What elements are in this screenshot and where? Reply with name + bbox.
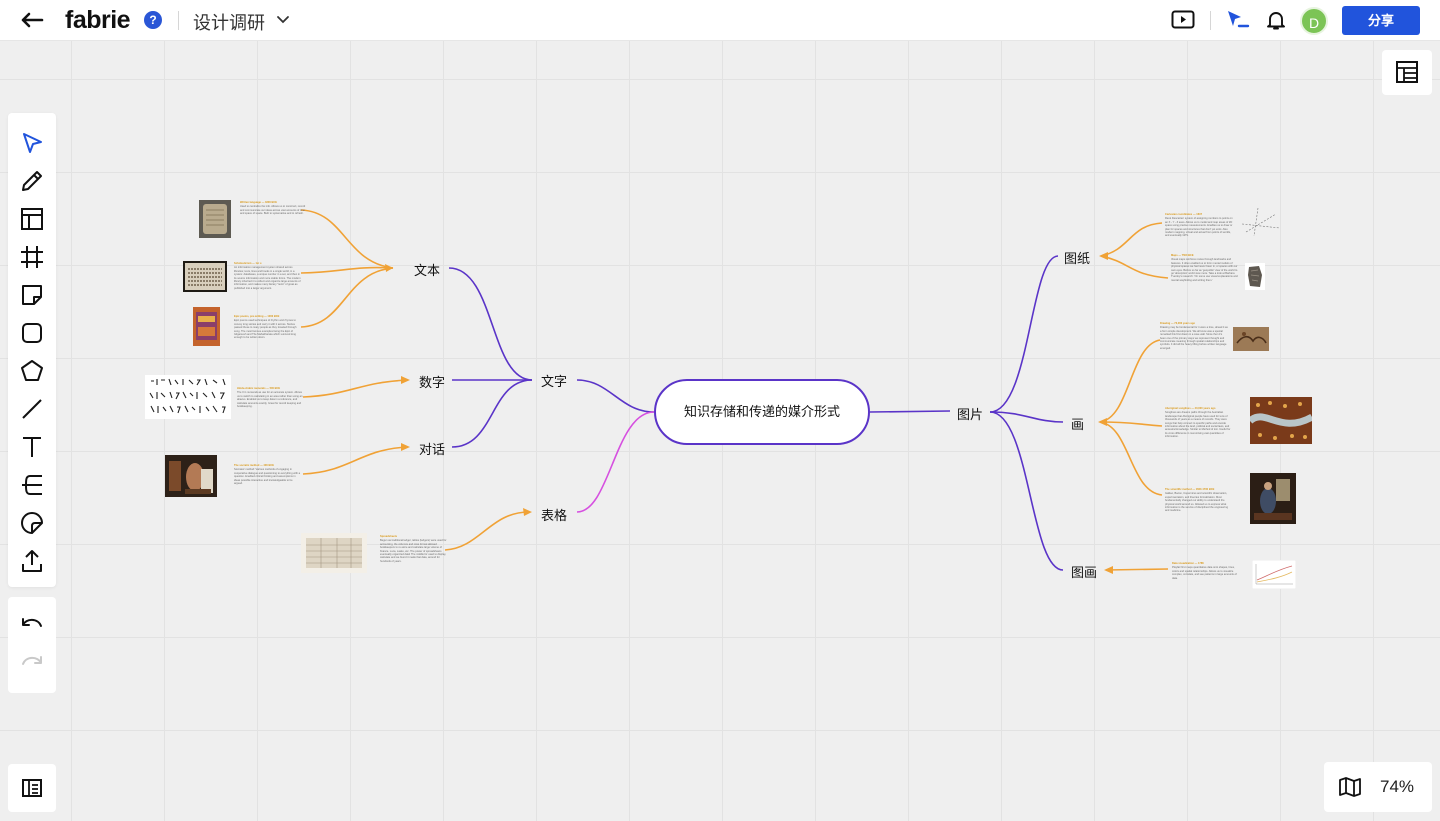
branch-line <box>989 255 1059 413</box>
mindmap-node-hua[interactable]: 画 <box>1071 414 1084 433</box>
branch-line <box>869 410 951 413</box>
select-icon[interactable] <box>18 129 46 157</box>
branch-line <box>302 379 409 398</box>
branch-line <box>1099 421 1163 496</box>
sticky-note-icon[interactable] <box>18 281 46 309</box>
drawing-toolbar <box>8 113 56 587</box>
note-card[interactable]: Hindu-Arabic numerals — 500 BCE The 0 in … <box>237 387 305 408</box>
zoom-control: 74% <box>1324 762 1432 812</box>
note-card[interactable]: The socratic method — 400 BCE Socrates' m… <box>234 464 302 485</box>
branch-line <box>1099 339 1161 423</box>
spreadsheet-ledger-image[interactable] <box>301 533 367 573</box>
branch-line <box>1100 255 1169 279</box>
mindmap-node-shuzi[interactable]: 数字 <box>419 372 445 391</box>
grid-icon[interactable] <box>18 243 46 271</box>
note-card[interactable]: Drawing — 73,000 years ago Drawing may be… <box>1160 322 1228 350</box>
arrowhead <box>1099 252 1108 260</box>
shape-icon[interactable] <box>18 509 46 537</box>
mindmap-node-wenzi[interactable]: 文字 <box>541 371 567 390</box>
note-card[interactable]: Written language — 3200 BCE Used to centr… <box>240 201 308 216</box>
mindmap-node-tupian[interactable]: 图片 <box>957 404 983 423</box>
text-icon[interactable] <box>18 433 46 461</box>
branch-line <box>989 411 1064 571</box>
history-toolbar <box>8 597 56 693</box>
table-view-button[interactable] <box>1382 50 1432 95</box>
mindmap-node-tuhua[interactable]: 图画 <box>1071 562 1097 581</box>
note-card[interactable]: Data visualization — 1786 Playfair first … <box>1172 562 1240 580</box>
socrates-painting-image[interactable] <box>165 455 217 497</box>
table-icon <box>1396 61 1418 83</box>
arrowhead <box>523 508 532 516</box>
panel-toggle-button[interactable] <box>8 764 56 812</box>
note-card[interactable]: Aboriginal songlines — 40,000 years ago S… <box>1165 407 1233 439</box>
arrowhead <box>385 264 393 272</box>
ancient-map-image[interactable] <box>1245 263 1265 290</box>
arrowhead <box>1104 566 1113 574</box>
map-icon[interactable] <box>1338 776 1362 798</box>
mindmap-icon[interactable] <box>18 471 46 499</box>
zoom-level[interactable]: 74% <box>1380 777 1414 797</box>
data-chart-image[interactable] <box>1252 560 1296 589</box>
note-card[interactable]: The scientific method — 1600-1700 BCE Gal… <box>1165 488 1233 513</box>
mindmap-node-duihua[interactable]: 对话 <box>419 439 445 458</box>
pen-icon[interactable] <box>18 167 46 195</box>
mindmap-central-node[interactable]: 知识存储和传递的媒介形式 <box>654 379 870 445</box>
branch-line <box>448 267 533 381</box>
astronomer-painting-image[interactable] <box>1250 473 1296 524</box>
line-icon[interactable] <box>18 395 46 423</box>
note-card[interactable]: Cartesian coordinates — 1637 René Descart… <box>1165 213 1233 238</box>
branch-line <box>576 379 655 413</box>
branch-line <box>451 379 533 448</box>
upload-icon[interactable] <box>18 547 46 575</box>
branch-line <box>576 411 655 513</box>
clay-tablet-image[interactable] <box>199 200 231 238</box>
note-card[interactable]: Epic poems, pre-writing — 1000 BCE Epic p… <box>234 315 302 340</box>
branch-line <box>1105 568 1169 571</box>
branch-line <box>300 209 394 269</box>
undo-icon[interactable] <box>18 611 46 639</box>
note-card[interactable]: Spreadsheets Begun as traditional ledger,… <box>380 535 448 563</box>
epic-book-image[interactable] <box>193 307 220 346</box>
branch-line <box>1100 222 1163 257</box>
arrowhead <box>401 443 410 451</box>
redo-icon[interactable] <box>18 649 46 677</box>
aboriginal-art-image[interactable] <box>1250 397 1312 444</box>
mindmap-node-tuzhi[interactable]: 图纸 <box>1064 248 1090 267</box>
polygon-icon[interactable] <box>18 357 46 385</box>
branch-line <box>302 446 409 475</box>
mindmap-node-biaoge[interactable]: 表格 <box>541 505 567 524</box>
rectangle-icon[interactable] <box>18 319 46 347</box>
arrowhead <box>1098 418 1107 426</box>
branch-line <box>300 267 394 328</box>
cave-drawing-image[interactable] <box>1233 327 1269 351</box>
note-card[interactable]: Scholasticism — 1st c. An information man… <box>234 262 302 290</box>
mindmap-node-wenben[interactable]: 文本 <box>414 260 440 279</box>
arrowhead <box>401 376 410 384</box>
frame-layout-icon[interactable] <box>18 205 46 233</box>
branch-line <box>444 511 530 551</box>
note-card[interactable]: Maps — 7500 BCE Visual maps reinforce rou… <box>1171 254 1239 282</box>
manuscript-image[interactable] <box>183 261 227 292</box>
cartesian-diagram-image[interactable] <box>1240 204 1282 238</box>
numerals-image[interactable] <box>145 375 231 419</box>
sidebar-panel-icon <box>22 779 42 797</box>
